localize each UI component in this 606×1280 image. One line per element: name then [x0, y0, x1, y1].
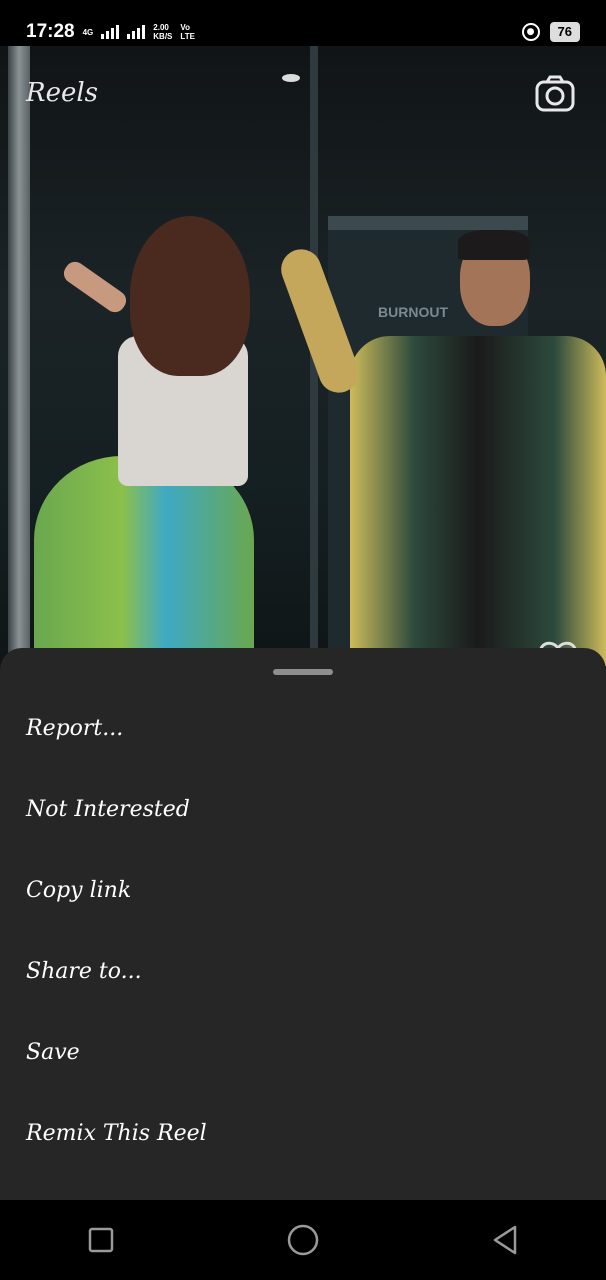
triangle-back-icon [493, 1225, 517, 1255]
recent-apps-button[interactable] [71, 1210, 131, 1270]
status-left: 17:28 4G 2.00 KB/S Vo LTE [26, 21, 195, 43]
menu-item-save[interactable]: Save [0, 1012, 606, 1093]
square-icon [88, 1227, 114, 1253]
camera-icon[interactable] [534, 74, 576, 114]
menu-item-not-interested[interactable]: Not Interested [0, 769, 606, 850]
system-nav-bar [0, 1200, 606, 1280]
video-dancer-skirt [34, 456, 254, 666]
menu-item-copy-link[interactable]: Copy link [0, 850, 606, 931]
status-right: ● 76 [521, 22, 580, 42]
video-dancer-jacket [350, 336, 606, 666]
back-button[interactable] [475, 1210, 535, 1270]
network-type: 4G [82, 27, 94, 37]
video-light [282, 74, 300, 82]
data-speed: 2.00 KB/S [153, 23, 172, 41]
signal-icon [101, 25, 120, 39]
home-button[interactable] [273, 1210, 333, 1270]
rotation-lock-icon: ● [521, 23, 540, 41]
options-sheet: Report... Not Interested Copy link Share… [0, 648, 606, 1200]
status-bar: 17:28 4G 2.00 KB/S Vo LTE ● 76 [0, 0, 606, 64]
menu-item-report[interactable]: Report... [0, 688, 606, 769]
options-menu: Report... Not Interested Copy link Share… [0, 688, 606, 1174]
video-dancer-hair-2 [458, 230, 530, 260]
menu-item-share-to[interactable]: Share to... [0, 931, 606, 1012]
volte-top: Vo [180, 23, 191, 32]
sheet-handle[interactable] [273, 669, 333, 675]
page-title: Reels [26, 78, 99, 108]
menu-item-remix-reel[interactable]: Remix This Reel [0, 1093, 606, 1174]
circle-icon [287, 1224, 319, 1256]
data-speed-unit: KB/S [153, 32, 173, 41]
video-dancer-arm [60, 257, 130, 317]
video-pillar [8, 46, 30, 666]
signal-icon-2 [127, 25, 146, 39]
video-sign: BURNOUT [378, 304, 448, 320]
volte-bottom: LTE [180, 32, 195, 41]
volte-indicator: Vo LTE [180, 23, 195, 41]
video-dancer-hair [130, 216, 250, 376]
data-speed-value: 2.00 [153, 23, 169, 32]
clock: 17:28 [26, 21, 75, 42]
battery-indicator: 76 [549, 22, 580, 42]
reel-video[interactable]: BURNOUT [0, 46, 606, 666]
